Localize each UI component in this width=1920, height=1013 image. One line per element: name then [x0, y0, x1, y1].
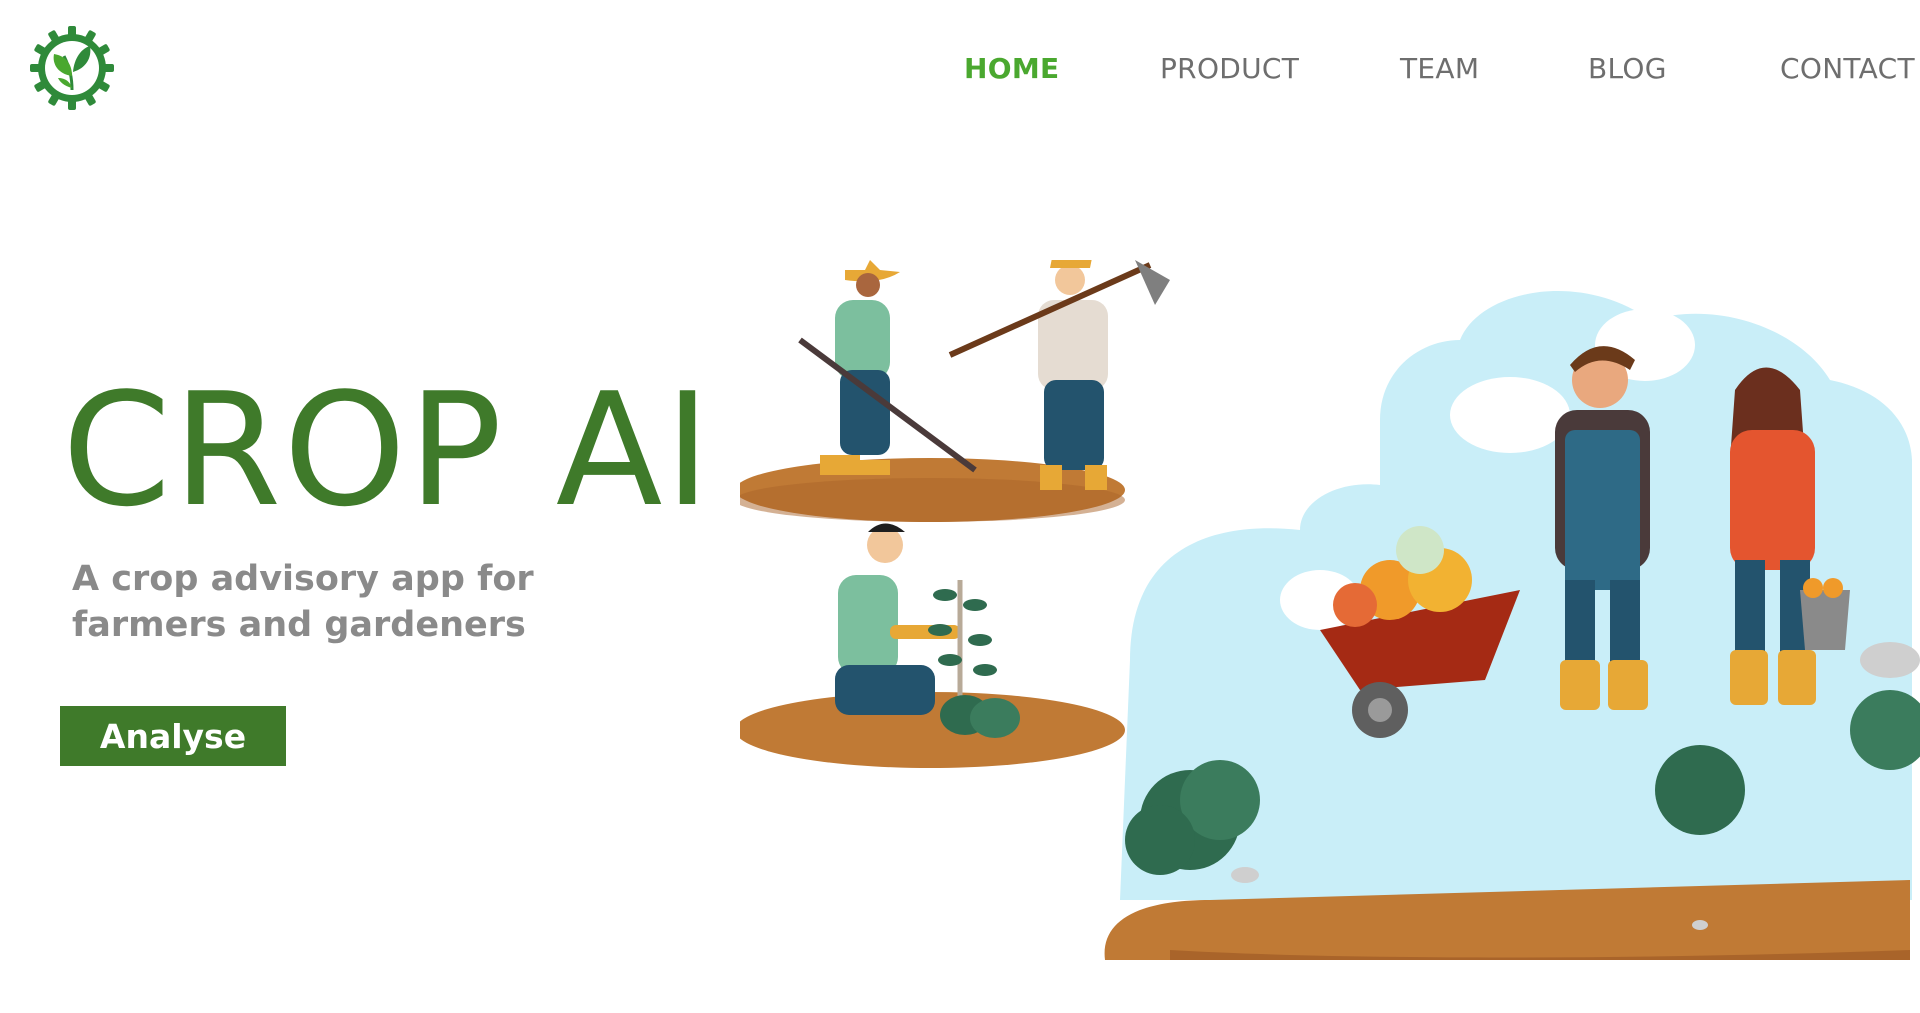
- nav-contact-link[interactable]: CONTACT: [1780, 52, 1915, 85]
- hero-subtitle: A crop advisory app for farmers and gard…: [72, 559, 534, 645]
- landing-page: HOME PRODUCT TEAM BLOG CONTACT CROP AI A…: [0, 0, 1920, 1013]
- nav-team-link[interactable]: TEAM: [1400, 52, 1479, 85]
- hero-title: CROP AI: [62, 359, 713, 541]
- nav-blog-link[interactable]: BLOG: [1588, 52, 1667, 85]
- nav-home-link[interactable]: HOME: [964, 52, 1059, 85]
- nav-product-link[interactable]: PRODUCT: [1160, 52, 1299, 85]
- farmers-illustration-icon: [740, 260, 1920, 960]
- analyse-button[interactable]: Analyse: [60, 706, 286, 766]
- main-nav: HOME PRODUCT TEAM BLOG CONTACT: [0, 52, 1920, 92]
